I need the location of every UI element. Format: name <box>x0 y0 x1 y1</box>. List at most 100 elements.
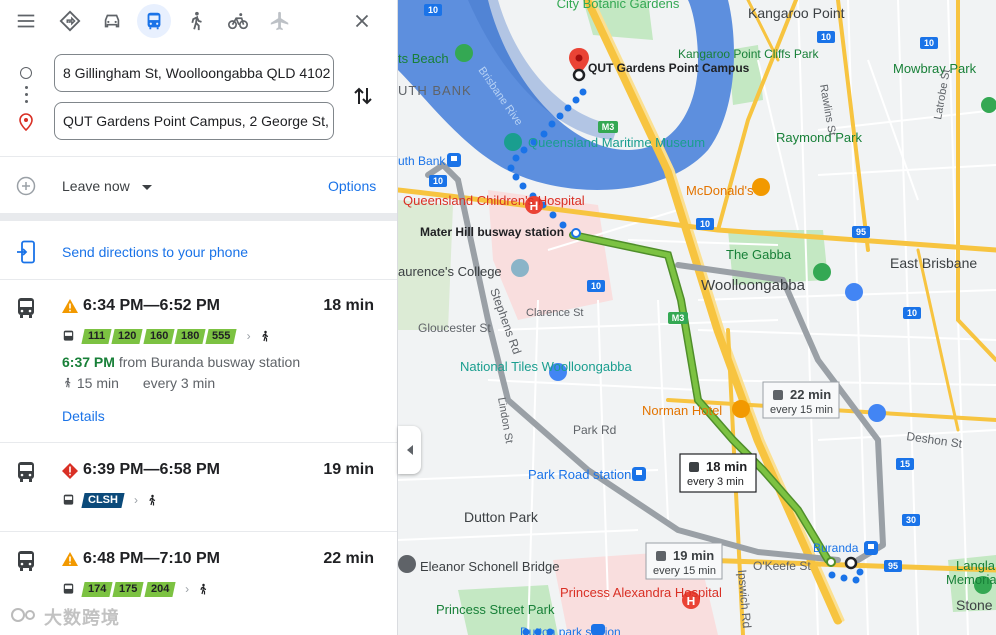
map-canvas[interactable]: H H M3 M3 10 95 10 10 10 10 10 10 95 15 … <box>398 0 996 635</box>
place-label: Mater Hill busway station <box>420 225 564 239</box>
bus-icon <box>63 583 74 594</box>
route-legs: CLSH › <box>62 491 158 509</box>
origin-input[interactable]: 8 Gillingham St, Woolloongabba QLD 4102 <box>54 54 334 92</box>
leave-now-label: Leave now <box>62 178 130 194</box>
section-divider <box>0 213 397 221</box>
street-label: Clarence St <box>526 307 583 319</box>
route-callout-22: 22 min every 15 min <box>762 381 840 419</box>
options-link[interactable]: Options <box>328 178 376 194</box>
place-label: Queensland Maritime Museum <box>528 135 705 150</box>
chevron-right-icon: › <box>133 493 138 507</box>
best-mode-button[interactable] <box>53 4 87 38</box>
svg-text:10: 10 <box>924 38 934 48</box>
watermark-logo <box>11 608 35 622</box>
svg-text:15: 15 <box>900 459 910 469</box>
svg-text:M3: M3 <box>602 122 615 132</box>
svg-text:95: 95 <box>856 227 866 237</box>
place-label: UTH BANK <box>398 83 472 98</box>
place-label: Queensland Children's Hospital <box>403 193 585 208</box>
divider <box>0 442 397 443</box>
svg-text:every 15 min: every 15 min <box>770 404 833 416</box>
svg-text:10: 10 <box>428 5 438 15</box>
destination-pin-icon <box>19 113 33 131</box>
menu-icon <box>17 14 35 28</box>
send-to-phone-link[interactable]: Send directions to your phone <box>62 244 248 260</box>
route-option-3[interactable]: 6:48 PM—7:10 PM 22 min 174 175 204 › <box>0 550 397 610</box>
walking-icon <box>200 583 207 595</box>
place-label: Norman Hotel <box>642 403 722 418</box>
place-label: Kangaroo Point <box>748 5 845 21</box>
route-legs: 174 175 204 › <box>62 580 209 598</box>
chevron-right-icon: › <box>246 329 251 343</box>
place-label: Raymond Park <box>776 130 862 145</box>
route-legs: 111 120 160 180 555 › <box>62 327 271 345</box>
bus-icon <box>147 12 161 30</box>
route-badge: 175 <box>112 581 145 597</box>
svg-text:M3: M3 <box>672 313 685 323</box>
svg-text:18 min: 18 min <box>706 459 747 474</box>
svg-text:10: 10 <box>700 219 710 229</box>
caret-down-icon <box>141 184 152 190</box>
airplane-icon <box>270 11 289 31</box>
place-label: Langla <box>956 558 996 573</box>
place-label: City Botanic Gardens <box>557 0 680 11</box>
walking-icon <box>65 377 71 388</box>
send-to-phone-icon <box>17 240 35 264</box>
svg-text:22 min: 22 min <box>790 387 831 402</box>
svg-text:10: 10 <box>433 176 443 186</box>
directions-icon <box>59 10 81 32</box>
place-label: Woolloongabba <box>701 277 806 294</box>
place-label: Memorial P <box>946 572 996 587</box>
place-label: East Brisbane <box>890 255 977 271</box>
depart-station: from Buranda busway station <box>118 354 301 370</box>
route-duration: 18 min <box>323 297 374 314</box>
destination-input[interactable]: QUT Gardens Point Campus, 2 George St, B… <box>54 102 334 140</box>
place-label: aurence's College <box>398 264 502 279</box>
route-dots-icon <box>25 86 28 108</box>
menu-button[interactable] <box>9 4 43 38</box>
swap-icon[interactable] <box>352 84 374 108</box>
leave-now-dropdown[interactable]: Leave now <box>62 178 152 194</box>
close-button[interactable] <box>345 4 379 38</box>
chevron-left-icon <box>406 445 413 455</box>
travel-mode-bar <box>0 0 397 42</box>
route-badge: CLSH <box>81 492 125 508</box>
details-link[interactable]: Details <box>62 408 105 424</box>
place-label: The Gabba <box>726 247 792 262</box>
route-option-2[interactable]: 6:39 PM—6:58 PM 19 min CLSH › <box>0 461 397 521</box>
svg-text:every 15 min: every 15 min <box>653 565 716 577</box>
flights-mode-button[interactable] <box>263 4 297 38</box>
svg-text:30: 30 <box>906 515 916 525</box>
driving-mode-button[interactable] <box>95 4 129 38</box>
collapse-panel-button[interactable] <box>398 426 421 474</box>
svg-text:10: 10 <box>821 32 831 42</box>
svg-text:10: 10 <box>591 281 601 291</box>
route-time: 6:48 PM—7:10 PM <box>83 550 220 567</box>
frequency: every 3 min <box>142 375 216 391</box>
route-badge: 160 <box>142 328 175 344</box>
add-stop-icon[interactable] <box>16 176 36 196</box>
directions-panel: 8 Gillingham St, Woolloongabba QLD 4102 … <box>0 0 398 635</box>
route-callout-19: 19 min every 15 min <box>645 542 723 580</box>
bicycle-icon <box>228 13 248 30</box>
walking-icon <box>191 11 202 31</box>
cycling-mode-button[interactable] <box>221 4 255 38</box>
route-badge: 120 <box>111 328 144 344</box>
route-badge: 180 <box>174 328 206 344</box>
transit-bus-icon <box>18 551 34 571</box>
route-time: 6:39 PM—6:58 PM <box>83 461 220 478</box>
route-callout-18: 18 min every 3 min <box>679 453 757 493</box>
transit-mode-button[interactable] <box>137 4 171 38</box>
street-label: Gloucester St <box>418 321 491 335</box>
place-label: QUT Gardens Point Campus <box>588 61 750 75</box>
walk-duration: 15 min <box>76 375 119 391</box>
place-label: ts Beach <box>398 51 449 66</box>
place-label: Park Road station <box>528 467 631 482</box>
route-duration: 22 min <box>323 550 374 567</box>
svg-text:every 3 min: every 3 min <box>687 476 744 488</box>
walking-mode-button[interactable] <box>179 4 213 38</box>
divider <box>0 279 397 280</box>
route-option-1[interactable]: 6:34 PM—6:52 PM 18 min 111 120 160 180 5… <box>0 297 397 437</box>
route-badge: 204 <box>144 581 176 597</box>
street-label: O'Keefe St <box>753 559 811 573</box>
